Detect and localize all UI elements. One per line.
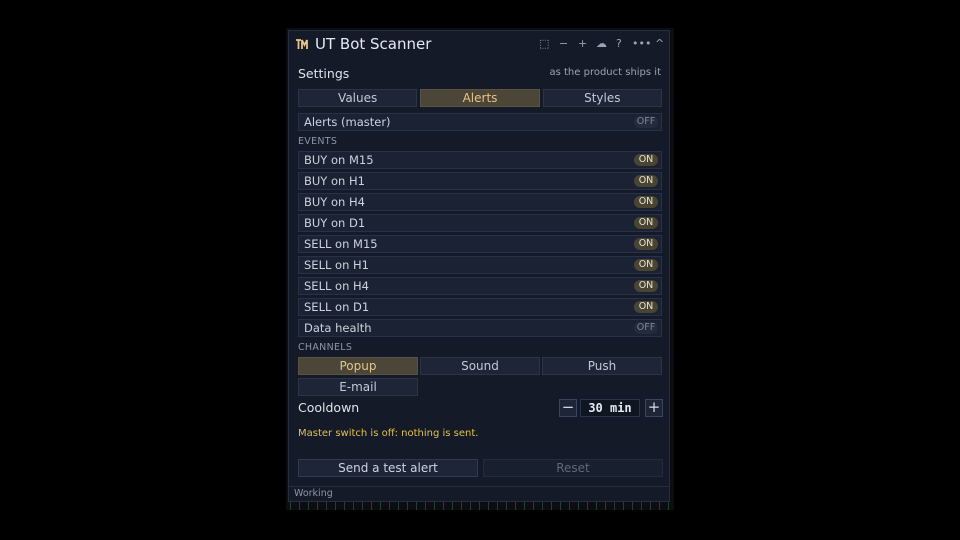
event-row[interactable]: SELL on M15 ON	[298, 235, 662, 253]
event-label: Data health	[304, 321, 372, 335]
master-toggle[interactable]: OFF	[634, 116, 658, 128]
event-label: BUY on D1	[304, 216, 366, 230]
status-bar: Working	[289, 486, 669, 501]
master-label: Alerts (master)	[304, 115, 391, 129]
master-off-warning: Master switch is off: nothing is sent.	[298, 428, 479, 439]
event-toggle[interactable]: OFF	[634, 322, 658, 334]
scanner-panel: UT Bot Scanner ⬚ − + ☁ ? ••• ^ Settings …	[288, 30, 670, 502]
status-text: Working	[294, 488, 333, 499]
event-toggle[interactable]: ON	[634, 238, 658, 250]
app-logo-icon	[296, 39, 308, 49]
more-icon[interactable]: •••	[632, 36, 651, 52]
send-test-alert-button[interactable]: Send a test alert	[298, 459, 478, 477]
event-toggle[interactable]: ON	[634, 175, 658, 187]
channel-email-button[interactable]: E-mail	[298, 378, 418, 396]
tab-values[interactable]: Values	[298, 89, 418, 107]
event-toggle[interactable]: ON	[634, 217, 658, 229]
event-toggle[interactable]: ON	[634, 196, 658, 208]
channel-sound-button[interactable]: Sound	[420, 357, 540, 375]
cooldown-value[interactable]: 30 min	[580, 399, 640, 417]
event-row[interactable]: BUY on H1 ON	[298, 172, 662, 190]
event-toggle[interactable]: ON	[634, 259, 658, 271]
event-label: SELL on M15	[304, 237, 378, 251]
cloud-icon[interactable]: ☁	[596, 36, 607, 52]
event-row[interactable]: SELL on H4 ON	[298, 277, 662, 295]
help-icon[interactable]: ?	[616, 36, 622, 52]
event-row[interactable]: SELL on H1 ON	[298, 256, 662, 274]
tab-alerts[interactable]: Alerts	[420, 89, 540, 107]
reset-button[interactable]: Reset	[483, 459, 663, 477]
event-label: SELL on H1	[304, 258, 369, 272]
plus-icon[interactable]: +	[578, 36, 587, 52]
event-row[interactable]: BUY on H4 ON	[298, 193, 662, 211]
cooldown-label: Cooldown	[298, 400, 360, 415]
settings-heading: Settings	[298, 66, 350, 81]
event-label: BUY on H4	[304, 195, 365, 209]
window-title: UT Bot Scanner	[315, 35, 432, 53]
chat-icon[interactable]: ⬚	[539, 36, 549, 52]
collapse-icon[interactable]: ^	[655, 36, 664, 52]
channels-heading: CHANNELS	[298, 342, 353, 353]
event-toggle[interactable]: ON	[634, 154, 658, 166]
event-label: SELL on D1	[304, 300, 370, 314]
channel-popup-button[interactable]: Popup	[298, 357, 418, 375]
minus-icon[interactable]: −	[559, 36, 568, 52]
cooldown-decrement-button[interactable]: −	[559, 399, 577, 417]
event-toggle[interactable]: ON	[634, 301, 658, 313]
event-row[interactable]: BUY on M15 ON	[298, 151, 662, 169]
settings-note: as the product ships it	[549, 67, 661, 78]
tab-bar: Values Alerts Styles	[298, 89, 662, 107]
event-label: BUY on H1	[304, 174, 365, 188]
channel-push-button[interactable]: Push	[542, 357, 662, 375]
cooldown-increment-button[interactable]: +	[645, 399, 663, 417]
tab-styles[interactable]: Styles	[542, 89, 662, 107]
event-row[interactable]: Data health OFF	[298, 319, 662, 337]
event-toggle[interactable]: ON	[634, 280, 658, 292]
event-label: BUY on M15	[304, 153, 374, 167]
event-row[interactable]: BUY on D1 ON	[298, 214, 662, 232]
master-toggle-row[interactable]: Alerts (master) OFF	[298, 113, 662, 131]
events-heading: EVENTS	[298, 136, 338, 147]
event-label: SELL on H4	[304, 279, 369, 293]
title-bar[interactable]: UT Bot Scanner ⬚ − + ☁ ? ••• ^	[289, 31, 669, 59]
event-row[interactable]: SELL on D1 ON	[298, 298, 662, 316]
